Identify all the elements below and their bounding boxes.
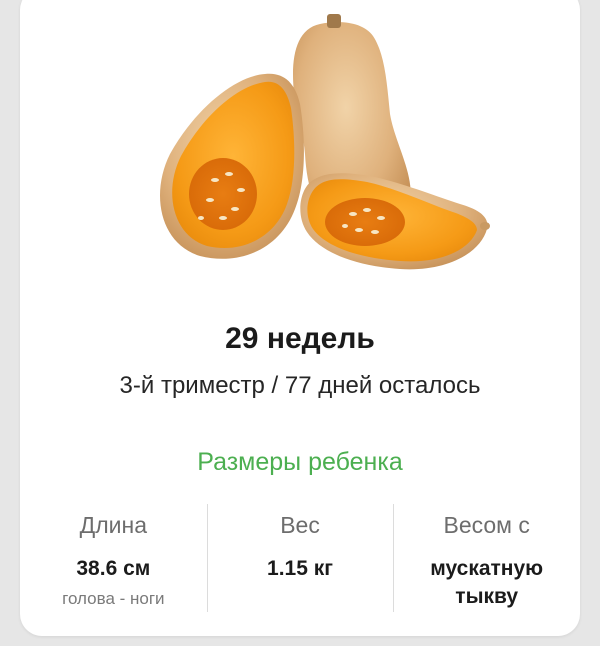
stat-note: голова - ноги	[62, 589, 165, 608]
stat-label: Длина	[79, 512, 147, 538]
stat-comparison: Весом с мускатную тыкву	[393, 504, 580, 612]
baby-stats: Длина 38.6 см голова - ноги Вес 1.15 кг …	[20, 504, 580, 612]
stat-length: Длина 38.6 см голова - ноги	[20, 504, 207, 612]
trimester-subtitle: 3-й триместр / 77 дней осталось	[119, 372, 481, 399]
stat-label: Весом с	[443, 512, 530, 538]
butternut-squash-image	[160, 14, 490, 270]
week-title: 29 недель	[225, 322, 375, 355]
stat-weight: Вес 1.15 кг	[206, 504, 394, 612]
week-card: 29 недель 3-й триместр / 77 дней осталос…	[20, 0, 580, 636]
stat-value: 1.15 кг	[267, 557, 333, 580]
baby-size-heading: Размеры ребенка	[197, 448, 403, 476]
stat-value: 38.6 см	[76, 557, 151, 580]
stat-label: Вес	[280, 512, 320, 538]
stat-value: мускатную тыкву	[430, 557, 544, 608]
